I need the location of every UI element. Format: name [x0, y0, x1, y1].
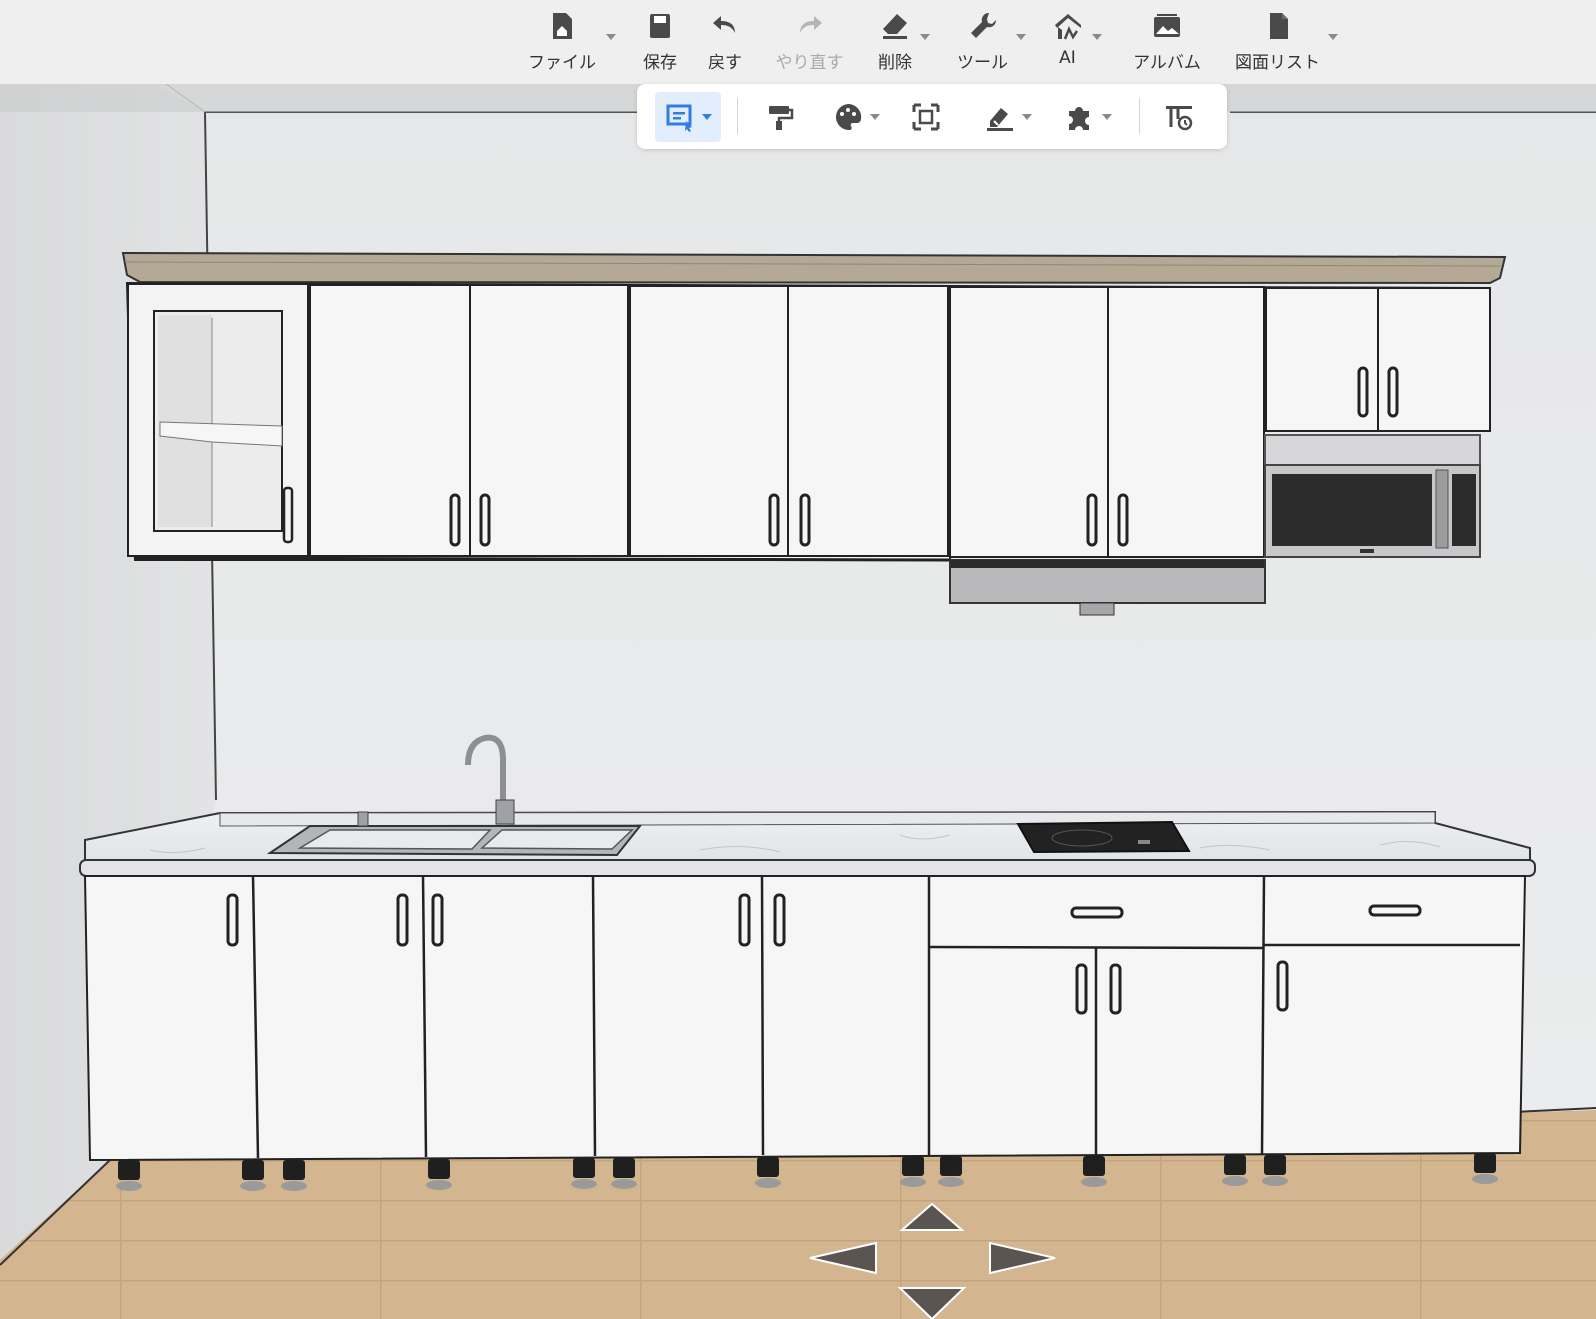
file-home-icon [553, 13, 572, 39]
wrench-icon [970, 12, 996, 38]
eraser-icon [883, 14, 907, 39]
view-settings-button[interactable] [1153, 92, 1205, 142]
ai-house-icon [1054, 14, 1081, 40]
upper-door[interactable] [1107, 286, 1265, 558]
tools-button[interactable]: ツール [950, 6, 1015, 76]
undo-button[interactable]: 戻す [700, 6, 750, 76]
main-toolbar: ファイル 保存 戻す やり直す 削除 ツール AI アルバム 図面リスト [0, 0, 1596, 84]
kitchen-3d-viewport[interactable] [0, 0, 1596, 1319]
upper-door[interactable] [469, 284, 629, 557]
drawing-list-label: 図面リスト [1235, 53, 1320, 73]
upper-door[interactable] [1377, 287, 1491, 432]
album-icon [1154, 14, 1180, 37]
base-cabinets[interactable] [83, 875, 1527, 1191]
save-icon [650, 14, 670, 38]
induction-cooktop[interactable] [1016, 820, 1191, 854]
tools-menu-caret[interactable] [1016, 34, 1026, 40]
measure-tool-caret[interactable] [1022, 114, 1032, 120]
drawing-list-button[interactable]: 図面リスト [1230, 6, 1325, 76]
undo-label: 戻す [708, 53, 742, 73]
file-menu-button[interactable]: ファイル [527, 6, 597, 76]
delete-button[interactable]: 削除 [870, 6, 920, 76]
view-toolbar [637, 84, 1227, 149]
crown-molding [121, 251, 1507, 285]
frame-select-button[interactable] [903, 92, 949, 142]
view-settings-icon [1166, 106, 1193, 131]
ai-menu-caret[interactable] [1092, 34, 1102, 40]
file-menu-caret[interactable] [606, 34, 616, 40]
tools-label: ツール [957, 53, 1008, 73]
upper-door[interactable] [949, 286, 1109, 558]
material-palette-button[interactable] [823, 92, 889, 142]
select-tool-icon [666, 104, 692, 132]
album-button[interactable]: アルバム [1127, 6, 1207, 76]
separator [1139, 98, 1140, 134]
material-palette-icon [835, 103, 862, 131]
redo-icon [799, 16, 822, 33]
redo-label: やり直す [775, 53, 844, 73]
frame-select-icon [912, 103, 940, 131]
microwave[interactable] [1264, 434, 1481, 558]
upper-door[interactable] [629, 285, 789, 557]
plugin-puzzle-icon [1069, 107, 1089, 130]
plugin-caret[interactable] [1102, 114, 1112, 120]
paint-roller-button[interactable] [757, 92, 803, 142]
measure-tool-icon [987, 108, 1013, 131]
save-label: 保存 [643, 53, 677, 73]
material-palette-caret[interactable] [870, 114, 880, 120]
drawing-list-menu-caret[interactable] [1328, 34, 1338, 40]
upper-door[interactable] [787, 285, 949, 557]
measure-tool-button[interactable] [975, 92, 1041, 142]
delete-menu-caret[interactable] [920, 34, 930, 40]
drawing-list-icon [1269, 13, 1288, 39]
ai-button[interactable]: AI [1050, 6, 1085, 76]
select-tool-button[interactable] [655, 92, 721, 142]
album-label: アルバム [1133, 53, 1201, 73]
select-tool-caret[interactable] [702, 114, 712, 120]
separator [737, 98, 738, 134]
undo-icon [713, 16, 735, 33]
save-button[interactable]: 保存 [635, 6, 685, 76]
ai-label: AI [1059, 48, 1076, 68]
plugin-button[interactable] [1055, 92, 1121, 142]
upper-door[interactable] [1265, 287, 1379, 432]
file-label: ファイル [528, 53, 596, 73]
delete-label: 削除 [878, 53, 912, 73]
upper-door[interactable] [309, 284, 471, 557]
paint-roller-icon [769, 106, 794, 130]
redo-button[interactable]: やり直す [772, 6, 847, 76]
